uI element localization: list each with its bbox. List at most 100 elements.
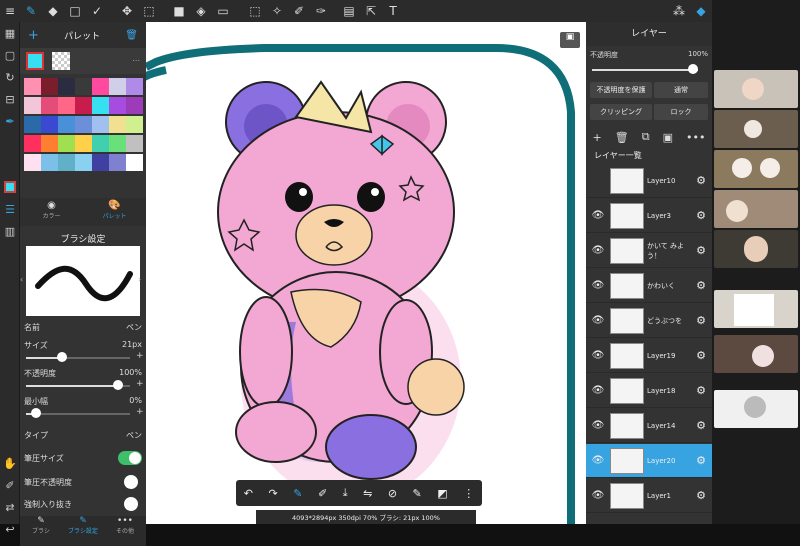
pressure-size-toggle[interactable] <box>118 451 142 465</box>
visibility-eye-icon[interactable]: 👁 <box>586 210 610 221</box>
palette-swatch[interactable] <box>41 78 58 95</box>
rect-tool-icon[interactable]: □ <box>64 0 86 22</box>
brush-opacity-slider[interactable]: + <box>26 379 144 390</box>
force-stroke-toggle[interactable] <box>124 497 138 511</box>
delete-layer-icon[interactable]: 🗑 <box>615 131 629 144</box>
layer-row[interactable]: 👁 Layer19 ⚙ <box>586 339 712 373</box>
palette-swatch[interactable] <box>24 116 41 133</box>
video-tile[interactable] <box>714 190 798 228</box>
brush-next-icon[interactable]: › <box>138 275 141 284</box>
palette-swatch[interactable] <box>126 97 143 114</box>
mode-icon[interactable]: ◩ <box>437 487 447 500</box>
video-tile[interactable] <box>714 150 798 188</box>
slider-knob[interactable] <box>112 380 123 390</box>
pen-mode-icon[interactable]: ✐ <box>318 487 327 500</box>
rotate-icon[interactable]: ↻ <box>0 66 20 88</box>
layer-settings-gear-icon[interactable]: ⚙ <box>690 489 712 502</box>
lasso-tool-icon[interactable]: ✓ <box>86 0 108 22</box>
layer-settings-gear-icon[interactable]: ⚙ <box>690 349 712 362</box>
video-tile[interactable] <box>714 390 798 428</box>
brush-tool-icon[interactable]: ✎ <box>20 0 42 22</box>
palette-swatch[interactable] <box>24 97 41 114</box>
layer-row[interactable]: 👁 Layer14 ⚙ <box>586 409 712 443</box>
text-tool-icon[interactable]: T <box>382 0 404 22</box>
layer-row[interactable]: 👁 Layer18 ⚙ <box>586 374 712 408</box>
import-icon[interactable]: ⤓ <box>343 486 348 500</box>
palette-swatch[interactable] <box>58 78 75 95</box>
drawing-canvas[interactable]: ▣ ↶ ↷ ✎ ✐ ⤓ ⇋ ⊘ ✎ ◩ ⋮ 4093*2894px 350dpi… <box>146 22 586 524</box>
edit-icon[interactable]: ✎ <box>413 487 422 500</box>
palette-swatch[interactable] <box>58 135 75 152</box>
transparent-swatch[interactable] <box>52 52 70 70</box>
no-rotate-icon[interactable]: ⊘ <box>388 487 397 500</box>
layer-settings-gear-icon[interactable]: ⚙ <box>690 279 712 292</box>
slider-knob[interactable] <box>31 408 42 418</box>
stabilizer-icon[interactable]: ✎ <box>293 487 302 500</box>
visibility-eye-icon[interactable]: 👁 <box>586 385 610 396</box>
pressure-opacity-toggle[interactable] <box>124 475 138 489</box>
trash-icon[interactable]: 🗑 <box>125 30 138 41</box>
layer-settings-gear-icon[interactable]: ⚙ <box>690 209 712 222</box>
materials-icon[interactable]: ⁂ <box>668 0 690 22</box>
visibility-eye-icon[interactable]: 👁 <box>586 490 610 501</box>
add-palette-icon[interactable]: + <box>28 28 39 43</box>
palette-swatch[interactable] <box>58 154 75 171</box>
slider-plus-icon[interactable]: + <box>136 351 144 361</box>
layer-more-icon[interactable]: ••• <box>686 131 705 144</box>
video-tile[interactable] <box>714 335 798 373</box>
tab-palette[interactable]: 🎨 パレット <box>83 198 146 226</box>
palette-swatch[interactable] <box>92 135 109 152</box>
palette-swatch[interactable] <box>92 116 109 133</box>
ruler-icon[interactable]: ⊟ <box>0 88 20 110</box>
video-tile[interactable] <box>714 290 798 328</box>
layer-row[interactable]: 👁 Layer20 ⚙ <box>586 444 712 478</box>
tab-brush-settings[interactable]: ✎ ブラシ設定 <box>62 516 104 546</box>
flip-icon[interactable]: ⇋ <box>363 487 372 500</box>
layer-opacity-slider[interactable] <box>592 64 698 74</box>
undo-history-icon[interactable]: ▢ <box>0 44 20 66</box>
palette-swatch[interactable] <box>126 78 143 95</box>
select-eraser-icon[interactable]: ✑ <box>310 0 332 22</box>
current-color-swatch[interactable] <box>26 52 44 70</box>
magic-wand-icon[interactable]: ✧ <box>266 0 288 22</box>
palette-swatch[interactable] <box>92 78 109 95</box>
palette-swatch[interactable] <box>24 154 41 171</box>
clipping-button[interactable]: クリッピング <box>590 104 652 120</box>
visibility-eye-icon[interactable]: 👁 <box>586 455 610 466</box>
palette-swatch[interactable] <box>24 135 41 152</box>
add-layer-icon[interactable]: + <box>593 131 602 144</box>
undo-icon[interactable]: ↶ <box>244 487 253 500</box>
tab-brush[interactable]: ✎ ブラシ <box>20 516 62 546</box>
layer-settings-gear-icon[interactable]: ⚙ <box>690 174 712 187</box>
eraser-tool-icon[interactable]: ◆ <box>42 0 64 22</box>
palette-swatch[interactable] <box>24 78 41 95</box>
palette-swatch[interactable] <box>109 116 126 133</box>
layer-settings-gear-icon[interactable]: ⚙ <box>690 244 712 257</box>
visibility-eye-icon[interactable]: 👁 <box>586 280 610 291</box>
layer-settings-gear-icon[interactable]: ⚙ <box>690 454 712 467</box>
select-pen-icon[interactable]: ✐ <box>288 0 310 22</box>
tab-other[interactable]: ••• その他 <box>104 516 146 546</box>
brush-size-slider[interactable]: + <box>26 351 144 362</box>
blend-mode-button[interactable]: 通常 <box>654 82 708 98</box>
palette-swatch[interactable] <box>41 154 58 171</box>
visibility-eye-icon[interactable]: 👁 <box>586 245 610 256</box>
eyedropper-icon[interactable]: ✐ <box>0 474 20 496</box>
video-tile[interactable] <box>714 70 798 108</box>
visibility-eye-icon[interactable]: 👁 <box>586 350 610 361</box>
visibility-eye-icon[interactable]: 👁 <box>586 420 610 431</box>
lock-button[interactable]: ロック <box>654 104 708 120</box>
layer-row[interactable]: 👁 どうぶつを ⚙ <box>586 304 712 338</box>
back-icon[interactable]: ↩ <box>0 518 20 540</box>
hand-tool-icon[interactable]: ✋ <box>0 452 20 474</box>
pages-icon[interactable]: ▦ <box>0 22 20 44</box>
palette-swatch[interactable] <box>126 154 143 171</box>
color-swatch-icon[interactable] <box>0 176 20 198</box>
slider-knob[interactable] <box>57 352 68 362</box>
palette-swatch[interactable] <box>109 78 126 95</box>
swap-icon[interactable]: ⇄ <box>0 496 20 518</box>
gradient-tool-icon[interactable]: ▭ <box>212 0 234 22</box>
palette-swatch[interactable] <box>75 135 92 152</box>
move-tool-icon[interactable]: ✥ <box>116 0 138 22</box>
panel-layout-icon[interactable]: ▤ <box>338 0 360 22</box>
